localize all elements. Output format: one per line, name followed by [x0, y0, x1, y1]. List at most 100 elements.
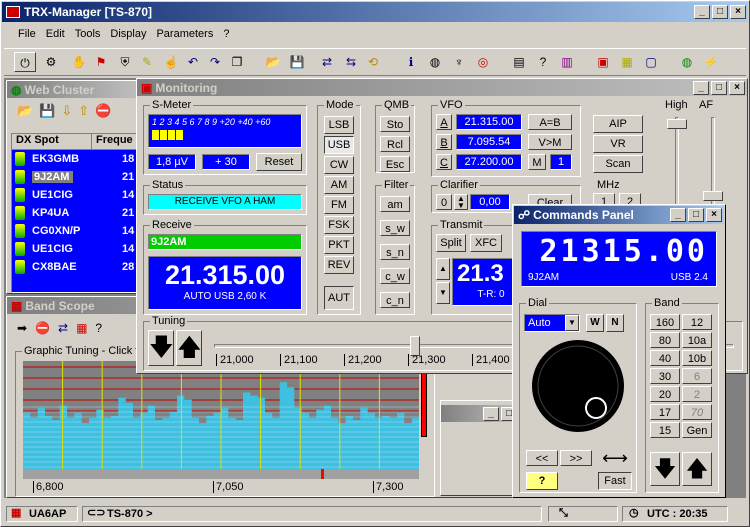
filter-sw-button[interactable]: s_w	[380, 220, 410, 236]
chart-icon[interactable]: ▦	[76, 321, 87, 341]
help-icon[interactable]: ?	[532, 52, 554, 72]
connect-icon[interactable]: ⚙	[40, 52, 62, 72]
table-row[interactable]: CX8BAE 28	[12, 258, 140, 276]
scan-icon[interactable]: ⇄	[58, 321, 68, 341]
filter-cw-button[interactable]: c_w	[380, 268, 410, 284]
wand-icon[interactable]: ✎	[136, 52, 158, 72]
hand-pointer-icon[interactable]: ☝	[160, 52, 182, 72]
mode-cw-button[interactable]: CW	[324, 156, 354, 174]
vfo-c-button[interactable]: C	[436, 154, 452, 170]
menu-edit[interactable]: Edit	[46, 28, 65, 44]
tuning-slider-thumb[interactable]	[410, 336, 420, 356]
clarifier-value[interactable]: 0,00	[470, 194, 510, 210]
band-160-button[interactable]: 160	[650, 314, 680, 330]
table-row[interactable]: UE1CIG 14	[12, 240, 140, 258]
qmb-recall-button[interactable]: Rcl	[380, 136, 410, 152]
stop-icon[interactable]: ⛔	[95, 103, 111, 125]
band-down-button[interactable]: 🡇	[650, 452, 680, 486]
export-icon[interactable]: ⇧	[78, 103, 89, 125]
vfo-a-button[interactable]: A	[436, 114, 452, 130]
import-icon[interactable]: ⇩	[61, 103, 72, 125]
sync-icon[interactable]: ⟲	[362, 52, 384, 72]
vfo-to-memory-button[interactable]: V>M	[528, 134, 572, 150]
band-up-button[interactable]: 🡅	[682, 452, 712, 486]
minimize-button[interactable]: _	[670, 208, 686, 222]
tuning-dial-knob[interactable]	[530, 338, 626, 434]
close-button[interactable]: ×	[729, 80, 745, 95]
memory-channel[interactable]: 1	[550, 154, 572, 170]
form-icon[interactable]: ▤	[508, 52, 530, 72]
open-folder-icon[interactable]: 📂	[17, 103, 33, 125]
mode-lsb-button[interactable]: LSB	[324, 116, 354, 134]
book-icon[interactable]: ▥	[556, 52, 578, 72]
close-button[interactable]: ×	[706, 208, 722, 222]
dial-narrow-button[interactable]: N	[606, 314, 624, 332]
vr-button[interactable]: VR	[593, 135, 643, 153]
dial-help-button[interactable]: ?	[526, 472, 558, 490]
table-row[interactable]: UE1CIG 14	[12, 186, 140, 204]
band-gen-button[interactable]: Gen	[682, 422, 712, 438]
fast-button[interactable]: Fast	[598, 472, 632, 490]
af-slider-thumb[interactable]	[703, 191, 723, 201]
band-17-button[interactable]: 17	[650, 404, 680, 420]
reset-button[interactable]: Reset	[256, 153, 302, 171]
undo-icon[interactable]: ↶	[182, 52, 204, 72]
mode-rev-button[interactable]: REV	[324, 256, 354, 274]
web-cluster-window[interactable]: ◍ Web Cluster 📂 💾 ⇩ ⇧ ⛔ DX Spot Freque E…	[6, 80, 142, 294]
clarifier-zero-button[interactable]: 0	[436, 194, 452, 210]
scan2-icon[interactable]: ⇆	[340, 52, 362, 72]
minimize-button[interactable]: _	[693, 80, 709, 95]
help-icon[interactable]: ?	[95, 321, 102, 341]
stop-icon[interactable]: ⛔	[35, 321, 50, 341]
mode-aut-button[interactable]: AUT	[324, 286, 354, 310]
memory-button[interactable]: M	[528, 154, 546, 170]
save-icon[interactable]: 💾	[286, 52, 308, 72]
info-icon[interactable]: ℹ	[400, 52, 422, 72]
band-80-button[interactable]: 80	[650, 332, 680, 348]
hand-icon[interactable]: ✋	[68, 52, 90, 72]
antenna-icon[interactable]: ⚑	[90, 52, 112, 72]
maximize-button[interactable]: □	[712, 5, 728, 19]
menu-file[interactable]: File	[18, 28, 36, 44]
power-icon[interactable]: ⏻	[14, 52, 36, 72]
maximize-button[interactable]: □	[711, 80, 727, 95]
transmit-up-button[interactable]: ▲	[436, 258, 450, 280]
band-20-button[interactable]: 20	[650, 386, 680, 402]
tune-up-button[interactable]: 🡅	[176, 330, 202, 366]
table-row[interactable]: CG0XN/P 14	[12, 222, 140, 240]
menu-tools[interactable]: Tools	[75, 28, 101, 44]
high-slider-thumb[interactable]	[667, 119, 687, 129]
table-row[interactable]: KP4UA 21	[12, 204, 140, 222]
radio-icon[interactable]: ▣	[592, 52, 614, 72]
dx-spot-header[interactable]: DX Spot	[12, 134, 92, 149]
monitor-icon[interactable]: ▢	[640, 52, 662, 72]
band-15-button[interactable]: 15	[650, 422, 680, 438]
redo-icon[interactable]: ↷	[204, 52, 226, 72]
table-row-selected[interactable]: 9J2AM 21	[12, 168, 140, 186]
band-40-button[interactable]: 40	[650, 350, 680, 366]
band-12-button[interactable]: 12	[682, 314, 712, 330]
band-10b-button[interactable]: 10b	[682, 350, 712, 366]
filter-cn-button[interactable]: c_n	[380, 292, 410, 308]
clarifier-spin-button[interactable]: ▲ ▼	[454, 194, 468, 210]
minimize-button[interactable]: _	[694, 5, 710, 19]
scan-button[interactable]: Scan	[593, 155, 643, 173]
qmb-escape-button[interactable]: Esc	[380, 156, 410, 172]
arrow-right-icon[interactable]: ➡	[17, 321, 27, 341]
vfo-b-button[interactable]: B	[436, 134, 452, 150]
menu-display[interactable]: Display	[110, 28, 146, 44]
band-10a-button[interactable]: 10a	[682, 332, 712, 348]
target-icon[interactable]: ◎	[472, 52, 494, 72]
split-button[interactable]: Split	[436, 234, 466, 252]
menu-help[interactable]: ?	[223, 28, 229, 44]
transmit-down-button[interactable]: ▼	[436, 282, 450, 304]
save-icon[interactable]: 💾	[39, 103, 55, 125]
dial-mode-select[interactable]: Auto ▼	[524, 314, 580, 332]
menu-parameters[interactable]: Parameters	[156, 28, 213, 44]
mode-fm-button[interactable]: FM	[324, 196, 354, 214]
tune-down-button[interactable]: 🡇	[148, 330, 174, 366]
shield-icon[interactable]: ⛨	[114, 52, 136, 72]
scan-icon[interactable]: ⇄	[316, 52, 338, 72]
minimize-button[interactable]: _	[483, 406, 499, 421]
keyboard-icon[interactable]: ▦	[616, 52, 638, 72]
